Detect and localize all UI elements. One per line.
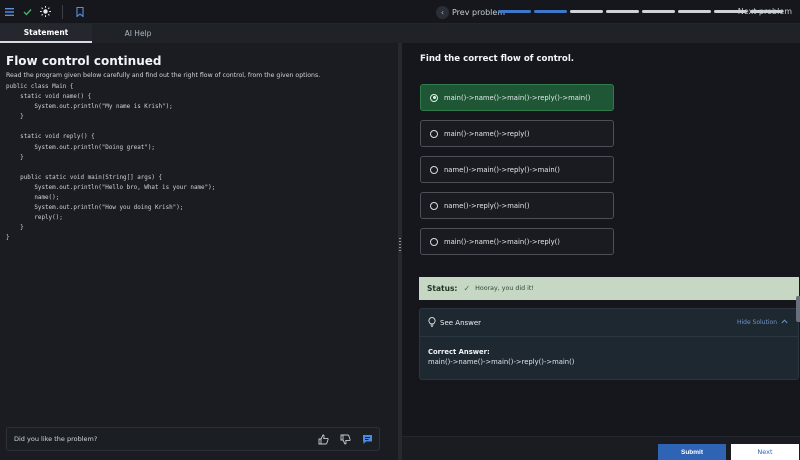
answer-panel: Find the correct flow of control. main()… bbox=[402, 43, 800, 460]
problem-description: Read the program given below carefully a… bbox=[6, 72, 321, 79]
option-label: main()->name()->reply() bbox=[444, 129, 530, 138]
next-button[interactable]: Next bbox=[731, 444, 799, 460]
problem-title: Flow control continued bbox=[6, 54, 162, 68]
option-2[interactable]: main()->name()->reply() bbox=[420, 120, 614, 147]
solution-header[interactable]: See Answer Hide Solution bbox=[420, 309, 798, 337]
progress-segment bbox=[534, 10, 567, 13]
tab-ai-help[interactable]: AI Help bbox=[92, 24, 184, 43]
status-banner: Status: ✓ Hooray, you did it! bbox=[419, 277, 799, 300]
question-title: Find the correct flow of control. bbox=[420, 54, 575, 64]
toolbar-left bbox=[0, 0, 89, 24]
correct-answer-label: Correct Answer: bbox=[428, 348, 490, 356]
prev-problem-link[interactable]: ‹ Prev problem bbox=[436, 4, 505, 20]
submit-button[interactable]: Submit bbox=[658, 444, 726, 460]
next-problem-link[interactable]: Next problem bbox=[738, 7, 792, 16]
option-5[interactable]: main()->name()->main()->reply() bbox=[420, 228, 614, 255]
thumbs-down-icon[interactable] bbox=[339, 433, 351, 445]
radio-button[interactable] bbox=[430, 93, 438, 102]
correct-answer-value: main()->name()->main()->reply()->main() bbox=[428, 358, 575, 366]
check-icon[interactable] bbox=[18, 3, 36, 21]
top-bar: ‹ Prev problem Next problem bbox=[0, 0, 800, 24]
option-label: main()->name()->main()->reply() bbox=[444, 237, 560, 246]
feedback-actions bbox=[317, 433, 373, 445]
option-3[interactable]: name()->main()->reply()->main() bbox=[420, 156, 614, 183]
feedback-bar: Did you like the problem? bbox=[6, 427, 380, 451]
chevron-left-icon: ‹ bbox=[436, 5, 449, 19]
resize-handle[interactable] bbox=[399, 238, 401, 252]
option-1[interactable]: main()->name()->main()->reply()->main() bbox=[420, 84, 614, 111]
lightbulb-icon bbox=[428, 316, 436, 329]
progress-segment bbox=[570, 10, 603, 13]
list-icon[interactable] bbox=[0, 3, 18, 21]
progress-segment bbox=[498, 10, 531, 13]
progress-segment bbox=[606, 10, 639, 13]
code-block: public class Main { static void name() {… bbox=[6, 84, 216, 242]
solution-box: See Answer Hide Solution Correct Answer:… bbox=[419, 308, 799, 380]
see-answer-title: See Answer bbox=[440, 318, 482, 327]
radio-button[interactable] bbox=[430, 201, 438, 210]
status-message: Hooray, you did it! bbox=[475, 285, 534, 292]
option-label: main()->name()->main()->reply()->main() bbox=[444, 93, 591, 102]
tab-bar-right bbox=[400, 24, 800, 43]
thumbs-up-icon[interactable] bbox=[317, 433, 329, 445]
chevron-up-icon bbox=[781, 319, 788, 326]
hide-solution-toggle[interactable]: Hide Solution bbox=[737, 319, 788, 326]
radio-button[interactable] bbox=[430, 237, 438, 246]
toolbar-divider bbox=[62, 4, 63, 19]
tab-statement[interactable]: Statement bbox=[0, 24, 92, 43]
hide-solution-label: Hide Solution bbox=[736, 319, 777, 326]
tab-bar: Statement AI Help bbox=[0, 24, 400, 43]
progress-segment bbox=[642, 10, 675, 13]
option-label: name()->reply()->main() bbox=[444, 201, 530, 210]
feedback-prompt: Did you like the problem? bbox=[14, 435, 98, 443]
progress-segment bbox=[678, 10, 711, 13]
comment-icon[interactable] bbox=[361, 433, 373, 445]
scroll-handle[interactable] bbox=[796, 296, 800, 322]
radio-button[interactable] bbox=[430, 165, 438, 174]
option-4[interactable]: name()->reply()->main() bbox=[420, 192, 614, 219]
status-label: Status: bbox=[427, 284, 458, 293]
check-icon: ✓ bbox=[463, 284, 471, 293]
problem-panel: Flow control continued Read the program … bbox=[0, 43, 398, 460]
sun-icon[interactable] bbox=[36, 3, 54, 21]
option-label: name()->main()->reply()->main() bbox=[444, 165, 560, 174]
radio-button[interactable] bbox=[430, 129, 438, 138]
bookmark-icon[interactable] bbox=[71, 3, 89, 21]
